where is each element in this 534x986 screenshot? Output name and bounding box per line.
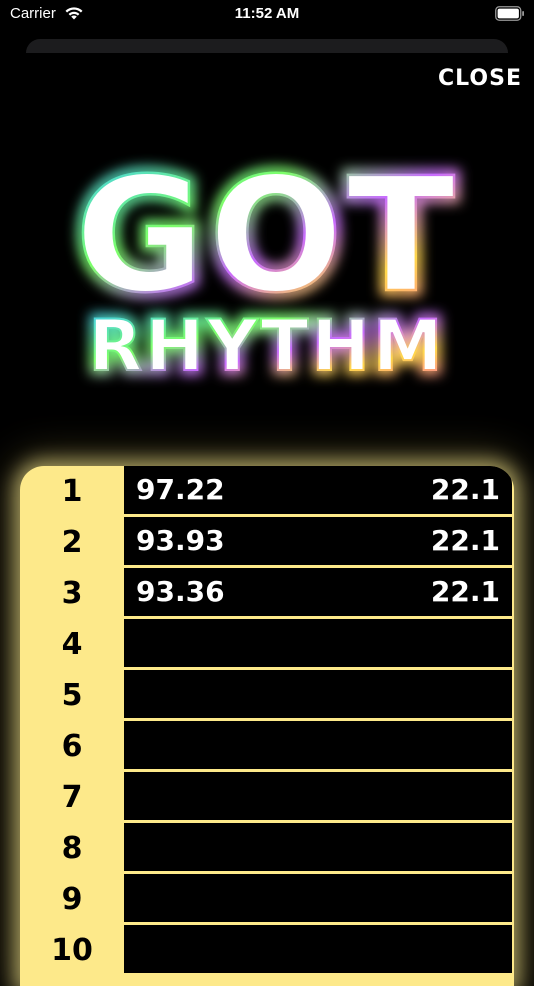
logo-line-got: GOT [75,144,459,328]
score-value: 93.93 [136,524,225,557]
got-rhythm-logo: GOT GOT RHYTHM RHYTHM [69,140,461,392]
score-column: 97.22 22.1 93.93 22.1 93.36 22.1 [124,466,512,976]
leaderboard-row: 97.22 22.1 [124,466,512,514]
leaderboard-row [124,925,512,973]
rank-label: 8 [61,831,83,866]
leaderboard-panel: 1 2 3 4 5 6 7 8 9 10 97.22 22.1 93.93 22.1 93.36 22.1 [20,466,514,986]
status-bar: Carrier 11:52 AM [0,0,534,30]
sheet-top-edge [26,39,508,53]
rank-label: 6 [61,729,83,764]
battery-icon [495,6,524,21]
leaderboard-row [124,670,512,718]
rank-label: 5 [61,678,83,713]
rank-label: 4 [61,627,83,662]
leaderboard-row [124,823,512,871]
rank-label: 7 [61,780,83,815]
score-time: 22.1 [430,575,500,608]
status-time: 11:52 AM [234,5,300,22]
rank-label: 3 [61,576,83,611]
score-time: 22.1 [430,473,500,506]
score-value: 97.22 [136,473,225,506]
rank-column: 1 2 3 4 5 6 7 8 9 10 [20,466,124,976]
leaderboard-row [124,721,512,769]
rank-label: 10 [51,933,93,968]
rank-label: 9 [61,882,83,917]
close-button[interactable]: CLOSE [438,66,522,91]
leaderboard-row [124,874,512,922]
rank-label: 2 [61,525,83,560]
leaderboard-row: 93.93 22.1 [124,517,512,565]
leaderboard-row: 93.36 22.1 [124,568,512,616]
logo-line-rhythm: RHYTHM [88,305,445,387]
score-value: 93.36 [136,575,225,608]
rank-label: 1 [61,474,83,509]
score-time: 22.1 [430,524,500,557]
leaderboard-row [124,619,512,667]
leaderboard-row [124,772,512,820]
